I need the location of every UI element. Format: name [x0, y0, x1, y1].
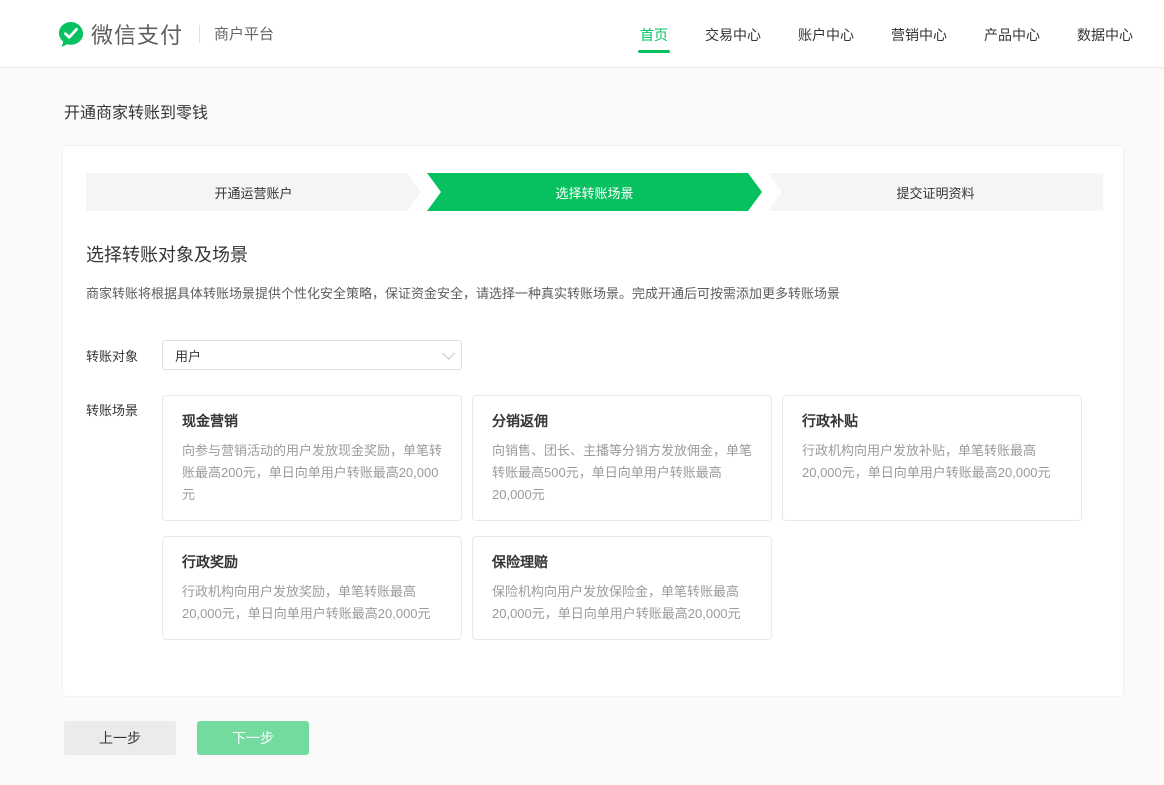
scene-card-title: 行政奖励: [182, 552, 442, 572]
main-nav: 首页 交易中心 账户中心 营销中心 产品中心 数据中心: [640, 1, 1133, 67]
nav-item-home[interactable]: 首页: [640, 1, 668, 67]
transfer-target-label: 转账对象: [86, 346, 162, 365]
chevron-down-icon: [442, 347, 455, 360]
platform-label: 商户平台: [214, 23, 274, 44]
previous-step-button[interactable]: 上一步: [64, 721, 176, 755]
brand-logo-link[interactable]: 微信支付 商户平台: [57, 18, 274, 50]
transfer-scene-row: 转账场景 现金营销 向参与营销活动的用户发放现金奖励，单笔转账最高200元，单日…: [86, 395, 1103, 640]
footer-actions: 上一步 下一步: [64, 721, 1164, 755]
transfer-scene-label: 转账场景: [86, 395, 162, 640]
scene-card-title: 现金营销: [182, 411, 442, 431]
nav-item-account-center[interactable]: 账户中心: [798, 1, 854, 67]
scene-card-title: 保险理赔: [492, 552, 752, 572]
scene-grid: 现金营销 向参与营销活动的用户发放现金奖励，单笔转账最高200元，单日向单用户转…: [162, 395, 1082, 640]
page-title: 开通商家转账到零钱: [64, 99, 1164, 123]
scene-card-title: 分销返佣: [492, 411, 752, 431]
main-card: 开通运营账户 选择转账场景 提交证明资料 选择转账对象及场景 商家转账将根据具体…: [62, 145, 1124, 697]
step-select-transfer-scene: 选择转账场景: [427, 173, 762, 211]
scene-card-cash-marketing[interactable]: 现金营销 向参与营销活动的用户发放现金奖励，单笔转账最高200元，单日向单用户转…: [162, 395, 462, 521]
scene-card-administrative-subsidy[interactable]: 行政补贴 行政机构向用户发放补贴，单笔转账最高20,000元，单日向单用户转账最…: [782, 395, 1082, 521]
scene-card-title: 行政补贴: [802, 411, 1062, 431]
scene-card-insurance-claim[interactable]: 保险理赔 保险机构向用户发放保险金，单笔转账最高20,000元，单日向单用户转账…: [472, 536, 772, 640]
nav-item-data-center[interactable]: 数据中心: [1077, 1, 1133, 67]
top-header: 微信支付 商户平台 首页 交易中心 账户中心 营销中心 产品中心 数据中心: [0, 0, 1164, 68]
section-title: 选择转账对象及场景: [86, 241, 1103, 267]
scene-card-distribution-commission[interactable]: 分销返佣 向销售、团长、主播等分销方发放佣金，单笔转账最高500元，单日向单用户…: [472, 395, 772, 521]
scene-card-description: 向销售、团长、主播等分销方发放佣金，单笔转账最高500元，单日向单用户转账最高2…: [492, 440, 752, 506]
scene-card-description: 行政机构向用户发放奖励，单笔转账最高20,000元，单日向单用户转账最高20,0…: [182, 581, 442, 625]
scene-card-description: 行政机构向用户发放补贴，单笔转账最高20,000元，单日向单用户转账最高20,0…: [802, 440, 1062, 484]
step-wizard: 开通运营账户 选择转账场景 提交证明资料: [86, 173, 1103, 211]
scene-card-administrative-reward[interactable]: 行政奖励 行政机构向用户发放奖励，单笔转账最高20,000元，单日向单用户转账最…: [162, 536, 462, 640]
transfer-target-value: 用户: [175, 346, 201, 365]
step-submit-proof-materials: 提交证明资料: [768, 173, 1103, 211]
brand-name: 微信支付: [91, 18, 183, 50]
step-open-operating-account: 开通运营账户: [86, 173, 421, 211]
next-step-button[interactable]: 下一步: [197, 721, 309, 755]
scene-card-description: 向参与营销活动的用户发放现金奖励，单笔转账最高200元，单日向单用户转账最高20…: [182, 440, 442, 506]
nav-item-product-center[interactable]: 产品中心: [984, 1, 1040, 67]
nav-item-marketing-center[interactable]: 营销中心: [891, 1, 947, 67]
transfer-target-select[interactable]: 用户: [162, 340, 462, 370]
nav-item-transaction-center[interactable]: 交易中心: [705, 1, 761, 67]
wechat-pay-logo-icon: [57, 20, 85, 48]
scene-card-description: 保险机构向用户发放保险金，单笔转账最高20,000元，单日向单用户转账最高20,…: [492, 581, 752, 625]
brand-divider: [199, 25, 200, 43]
transfer-target-row: 转账对象 用户: [86, 340, 1103, 370]
section-description: 商家转账将根据具体转账场景提供个性化安全策略，保证资金安全，请选择一种真实转账场…: [86, 284, 1103, 304]
